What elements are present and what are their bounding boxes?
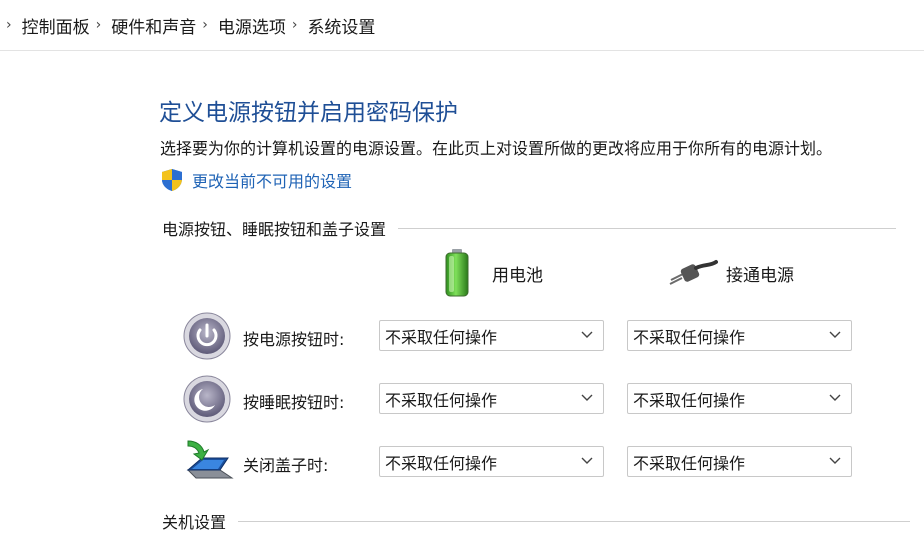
column-battery-label: 用电池: [492, 265, 543, 286]
chevron-down-icon: [581, 457, 593, 464]
section-divider: [238, 520, 911, 522]
power-plug-icon: [669, 260, 718, 285]
power-button-plugged-select[interactable]: 不采取任何操作: [627, 320, 852, 351]
sleep-button-battery-select[interactable]: 不采取任何操作: [379, 383, 604, 414]
change-unavailable-settings-link[interactable]: 更改当前不可用的设置: [160, 168, 352, 192]
select-value: 不采取任何操作: [633, 390, 746, 410]
section-header-shutdown: 关机设置: [162, 509, 911, 533]
sleep-button-plugged-select[interactable]: 不采取任何操作: [627, 383, 852, 414]
section-header-power-buttons: 电源按钮、睡眠按钮和盖子设置: [162, 216, 897, 240]
column-header-battery: 用电池: [444, 248, 543, 298]
chevron-right-icon[interactable]: ›: [96, 17, 102, 33]
column-header-plugged-in: 接通电源: [668, 258, 794, 288]
lid-close-label: 关闭盖子时:: [243, 456, 329, 475]
power-button-label: 按电源按钮时:: [243, 330, 345, 349]
lid-close-plugged-select[interactable]: 不采取任何操作: [627, 446, 852, 477]
section-title: 电源按钮、睡眠按钮和盖子设置: [162, 220, 387, 239]
sleep-button-label: 按睡眠按钮时:: [243, 393, 345, 412]
select-value: 不采取任何操作: [385, 327, 498, 347]
page-title: 定义电源按钮并启用密码保护: [159, 100, 458, 126]
chevron-right-icon: ›: [6, 17, 12, 33]
page-description: 选择要为你的计算机设置的电源设置。在此页上对设置所做的更改将应用于你所有的电源计…: [160, 139, 833, 158]
change-link-label: 更改当前不可用的设置: [192, 172, 353, 191]
laptop-lid-icon: [186, 440, 234, 479]
power-button-icon: [183, 312, 231, 360]
breadcrumb-hardware-sound[interactable]: 硬件和声音: [111, 13, 196, 38]
breadcrumb-control-panel[interactable]: 控制面板: [22, 13, 90, 38]
breadcrumb-system-settings[interactable]: 系统设置: [307, 13, 375, 38]
chevron-right-icon[interactable]: ›: [202, 17, 208, 33]
breadcrumb-power-options[interactable]: 电源选项: [218, 13, 286, 38]
section-title: 关机设置: [162, 513, 227, 532]
battery-icon: [445, 249, 469, 297]
select-value: 不采取任何操作: [385, 390, 498, 410]
power-button-battery-select[interactable]: 不采取任何操作: [379, 320, 604, 351]
chevron-down-icon: [829, 331, 841, 338]
chevron-down-icon: [581, 394, 593, 401]
lid-close-battery-select[interactable]: 不采取任何操作: [379, 446, 604, 477]
chevron-down-icon: [829, 394, 841, 401]
select-value: 不采取任何操作: [385, 453, 498, 473]
select-value: 不采取任何操作: [633, 327, 746, 347]
chevron-down-icon: [581, 331, 593, 338]
chevron-right-icon[interactable]: ›: [292, 17, 298, 33]
select-value: 不采取任何操作: [633, 453, 746, 473]
uac-shield-icon: [162, 169, 182, 191]
chevron-down-icon: [829, 457, 841, 464]
section-divider: [398, 227, 897, 229]
breadcrumb: › 控制面板 › 硬件和声音 › 电源选项 › 系统设置: [0, 0, 924, 51]
column-plugged-label: 接通电源: [726, 265, 794, 286]
sleep-button-icon: [183, 375, 231, 423]
